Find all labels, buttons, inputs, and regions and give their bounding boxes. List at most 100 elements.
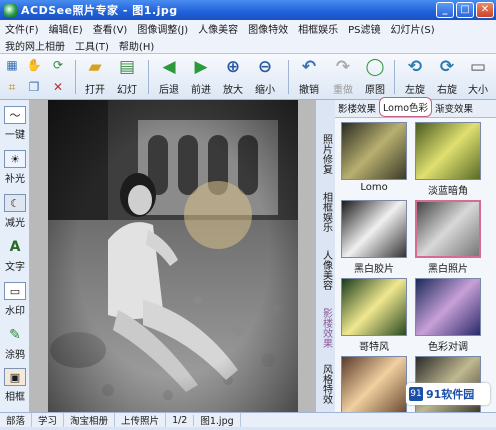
- menu-file[interactable]: 文件(F): [0, 21, 44, 36]
- menu-image-adjust[interactable]: 图像调整(J): [132, 21, 193, 36]
- original-label: 原图: [365, 85, 385, 96]
- tab-portrait[interactable]: 人像美容: [317, 242, 335, 298]
- zoom-in-label: 放大: [223, 85, 243, 96]
- rotate-left-label: 左旋: [405, 85, 425, 96]
- thumbnail-image: [415, 278, 481, 336]
- toolbar-separator: [394, 60, 395, 94]
- tab-gradient[interactable]: 渐变效果: [432, 99, 476, 117]
- resize-label: 大小: [468, 85, 488, 96]
- tool-label: 涂鸦: [5, 350, 25, 361]
- site-watermark: 91 91软件园: [406, 383, 490, 405]
- hand-icon[interactable]: ✋: [26, 57, 42, 73]
- slideshow-label: 幻灯: [117, 85, 137, 96]
- status-learn-link[interactable]: 学习: [32, 413, 65, 427]
- slideshow-icon: ▤: [118, 57, 136, 77]
- menu-portrait[interactable]: 人像美容: [193, 21, 243, 36]
- thumbnail-label: 淡蓝暗角: [428, 186, 468, 197]
- tool-watermark[interactable]: ▭ 水印: [1, 282, 29, 317]
- maximize-button[interactable]: □: [456, 2, 474, 18]
- thumbnail-image: [341, 356, 407, 414]
- effect-thumb-gothic[interactable]: 哥特风: [341, 278, 407, 353]
- image-canvas[interactable]: [30, 100, 315, 412]
- effect-thumb-bw-photo[interactable]: 黑白照片: [415, 200, 481, 275]
- zoom-out-label: 缩小: [255, 85, 275, 96]
- tool-label: 水印: [5, 306, 25, 317]
- menu-edit[interactable]: 编辑(E): [44, 21, 88, 36]
- select-icon[interactable]: ▦: [4, 57, 20, 73]
- site-name: 91软件园: [426, 388, 475, 401]
- menu-view[interactable]: 查看(V): [88, 21, 133, 36]
- tab-frames[interactable]: 相框娱乐: [317, 184, 335, 240]
- thumbnail-label: 黑白照片: [428, 264, 468, 275]
- status-taobao-album-link[interactable]: 淘宝相册: [64, 413, 116, 427]
- left-toolbar: 〜 一键 ☀ 补光 ☾ 减光 A 文字 ▭ 水印 ✎ 涂鸦 ▣ 相框: [0, 100, 30, 412]
- main-toolbar: ▦ ✋ ⟳ ⌗ ❐ ✕ ▰ 打开 ▤ 幻灯 ◀ 后退 ▶ 前进 ⊕ 放大 ⊖ 缩…: [0, 54, 496, 100]
- text-icon: A: [9, 239, 21, 255]
- menu-slideshow[interactable]: 幻灯片(S): [386, 21, 440, 36]
- photo-image: [48, 100, 298, 412]
- thumbnail-image: [341, 200, 407, 258]
- tool-fill-light[interactable]: ☀ 补光: [1, 150, 29, 185]
- undo-label: 撤销: [299, 85, 319, 96]
- menu-frames[interactable]: 相框娱乐: [293, 21, 343, 36]
- effect-thumb-bw-film[interactable]: 黑白胶片: [341, 200, 407, 275]
- tool-frame[interactable]: ▣ 相框: [1, 368, 29, 403]
- watermark-icon: ▭: [4, 282, 26, 300]
- zoom-in-icon: ⊕: [225, 57, 241, 77]
- effect-thumb-lomo[interactable]: Lomo: [341, 122, 407, 196]
- resize-button[interactable]: ▭ 大小: [460, 56, 496, 98]
- copy-icon[interactable]: ❐: [26, 79, 42, 95]
- menu-help[interactable]: 帮助(H): [114, 38, 159, 53]
- menu-row-1: 文件(F) 编辑(E) 查看(V) 图像调整(J) 人像美容 图像特效 相框娱乐…: [0, 20, 496, 37]
- original-button[interactable]: ◯ 原图: [356, 56, 394, 98]
- menu-row-2: 我的网上相册 工具(T) 帮助(H): [0, 37, 496, 54]
- tool-text[interactable]: A 文字: [1, 238, 29, 273]
- effect-thumb-color-swap[interactable]: 色彩对调: [415, 278, 481, 353]
- thumbnail-label: Lomo: [360, 182, 388, 193]
- status-tribe-link[interactable]: 部落: [0, 413, 33, 427]
- thumbnail-image: [341, 122, 407, 180]
- undo-icon: ↶: [301, 57, 317, 77]
- tab-style-effects[interactable]: 风格特效: [317, 358, 335, 410]
- effect-thumb-light-blue-vignette[interactable]: 淡蓝暗角: [415, 122, 481, 197]
- menu-ps-filters[interactable]: PS滤镜: [343, 21, 385, 36]
- slideshow-button[interactable]: ▤ 幻灯: [108, 56, 146, 98]
- status-upload-link[interactable]: 上传照片: [115, 413, 167, 427]
- menu-online-album[interactable]: 我的网上相册: [0, 38, 70, 53]
- undo-button[interactable]: ↶ 撤销: [290, 56, 328, 98]
- close-button[interactable]: ✕: [476, 2, 494, 18]
- edited-photo[interactable]: [48, 100, 298, 412]
- rotate-left-icon: ⟲: [407, 57, 423, 77]
- fill-light-icon: ☀: [4, 150, 26, 168]
- tool-reduce-light[interactable]: ☾ 减光: [1, 194, 29, 229]
- side-category-tabs: 照片修复 相框娱乐 人像美容 影楼效果 风格特效: [315, 100, 335, 412]
- zoom-out-button[interactable]: ⊖ 缩小: [246, 56, 284, 98]
- effects-panel: 影楼效果 Lomo色彩 渐变效果 Lomo 淡蓝暗角 黑白胶片 黑白照片 哥特风…: [335, 97, 496, 414]
- redo-label: 重做: [333, 85, 353, 96]
- thumbnail-image: [415, 122, 481, 180]
- tab-studio-effects[interactable]: 影楼效果: [317, 300, 335, 356]
- menu-tools[interactable]: 工具(T): [70, 38, 114, 53]
- title-bar: ACDSee照片专家 - 图1.jpg _ □ ✕: [0, 0, 496, 20]
- tool-label: 补光: [5, 174, 25, 185]
- crop-icon[interactable]: ⌗: [4, 79, 20, 95]
- effects-tabs: 影楼效果 Lomo色彩 渐变效果: [335, 97, 496, 118]
- minimize-button[interactable]: _: [436, 2, 454, 18]
- rotate-right-icon: ⟳: [439, 57, 455, 77]
- back-arrow-icon: ◀: [162, 57, 176, 77]
- window-controls: _ □ ✕: [436, 2, 494, 18]
- open-folder-icon: ▰: [88, 57, 102, 77]
- tool-doodle[interactable]: ✎ 涂鸦: [1, 326, 29, 361]
- zoom-out-icon: ⊖: [257, 57, 273, 77]
- tab-photo-repair[interactable]: 照片修复: [317, 126, 335, 182]
- tab-lomo[interactable]: Lomo色彩: [379, 97, 433, 117]
- menu-bar: 文件(F) 编辑(E) 查看(V) 图像调整(J) 人像美容 图像特效 相框娱乐…: [0, 20, 496, 54]
- status-page-count: 1/2: [166, 414, 195, 426]
- menu-image-effects[interactable]: 图像特效: [243, 21, 293, 36]
- tab-studio[interactable]: 影楼效果: [335, 99, 379, 117]
- small-tools: ▦ ✋ ⟳ ⌗ ❐ ✕: [0, 54, 74, 100]
- window-title: ACDSee照片专家 - 图1.jpg: [21, 4, 178, 17]
- refresh-icon[interactable]: ⟳: [50, 57, 66, 73]
- tool-one-click[interactable]: 〜 一键: [1, 106, 29, 141]
- delete-icon[interactable]: ✕: [50, 79, 66, 95]
